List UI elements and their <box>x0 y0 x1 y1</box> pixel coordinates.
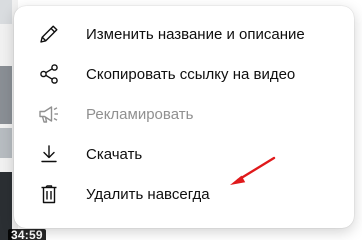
menu-item-label: Рекламировать <box>86 105 194 123</box>
menu-item-copy-video-link[interactable]: Скопировать ссылку на видео <box>14 54 354 94</box>
menu-item-label: Скачать <box>86 145 143 163</box>
menu-item-delete-forever[interactable]: Удалить навсегда <box>14 174 354 214</box>
pencil-icon <box>37 22 61 46</box>
video-thumbnail[interactable] <box>0 66 12 124</box>
menu-item-promote: Рекламировать <box>14 94 354 134</box>
video-options-menu: Изменить название и описание Скопировать… <box>14 6 354 228</box>
video-thumbnail[interactable] <box>0 128 12 158</box>
menu-item-download[interactable]: Скачать <box>14 134 354 174</box>
trash-icon <box>37 182 61 206</box>
studio-video-list: 34:59 Изменить название и описание Скопи… <box>0 0 362 240</box>
menu-item-label: Удалить навсегда <box>86 185 210 203</box>
video-thumbnail[interactable] <box>0 0 12 24</box>
megaphone-icon <box>37 102 61 126</box>
menu-item-edit-title-description[interactable]: Изменить название и описание <box>14 14 354 54</box>
download-icon <box>37 142 61 166</box>
video-duration-badge: 34:59 <box>8 229 46 240</box>
menu-item-label: Изменить название и описание <box>86 25 305 43</box>
share-icon <box>37 62 61 86</box>
menu-item-label: Скопировать ссылку на видео <box>86 65 296 83</box>
